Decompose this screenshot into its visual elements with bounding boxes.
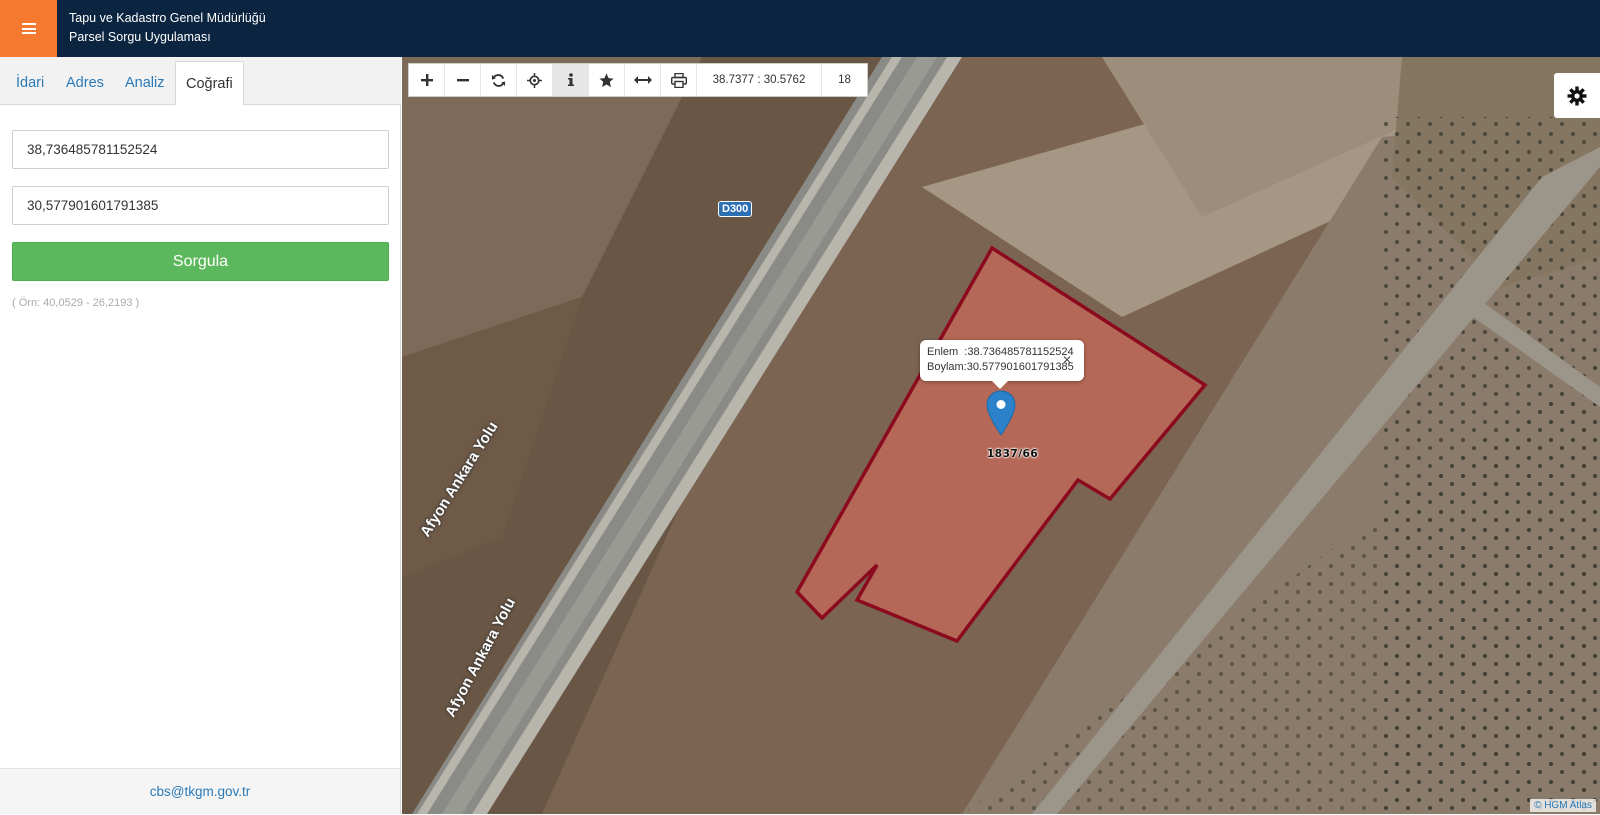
tab-analiz[interactable]: Analiz (121, 61, 169, 106)
org-name: Tapu ve Kadastro Genel Müdürlüğü (69, 11, 266, 25)
map-view[interactable]: D300 Afyon Ankara Yolu Afyon Ankara Yolu… (402, 57, 1600, 814)
sidebar: İdari Adres Analiz Coğrafi Sorgula ( Örn… (0, 57, 401, 814)
gear-icon (1567, 86, 1587, 105)
query-button[interactable]: Sorgula (12, 242, 389, 281)
map-toolbar: 38.7377 : 30.5762 18 (408, 63, 868, 97)
app-title: Tapu ve Kadastro Genel Müdürlüğü Parsel … (69, 9, 266, 47)
settings-button[interactable] (1554, 73, 1600, 118)
longitude-input[interactable] (12, 186, 389, 225)
tab-idari[interactable]: İdari (12, 61, 48, 106)
coordinate-popup: Enlem :38.736485781152524 Boylam:30.5779… (920, 340, 1084, 389)
example-hint: ( Örn: 40,0529 - 26,2193 ) (12, 297, 140, 309)
print-icon[interactable] (661, 64, 697, 96)
popup-longitude: Boylam:30.577901601791385 (927, 361, 1074, 373)
refresh-icon[interactable] (481, 64, 517, 96)
tab-cografi[interactable]: Coğrafi (175, 61, 244, 106)
close-icon[interactable]: ✕ (1062, 353, 1072, 368)
popup-latitude: Enlem :38.736485781152524 (927, 346, 1074, 358)
app-header: Tapu ve Kadastro Genel Müdürlüğü Parsel … (0, 0, 1600, 57)
contact-email-link[interactable]: cbs@tkgm.gov.tr (150, 784, 250, 799)
location-marker-icon[interactable] (986, 390, 1016, 436)
latitude-input[interactable] (12, 130, 389, 169)
zoom-level: 18 (838, 74, 851, 86)
map-attribution[interactable]: © HGM Atlas (1530, 799, 1596, 812)
zoom-in-icon[interactable] (409, 64, 445, 96)
measure-icon[interactable] (625, 64, 661, 96)
sidebar-footer: cbs@tkgm.gov.tr (0, 768, 400, 814)
app-name: Parsel Sorgu Uygulaması (69, 30, 211, 44)
zoom-out-icon[interactable] (445, 64, 481, 96)
parcel-label: 1837/66 (987, 448, 1039, 460)
hamburger-icon (21, 23, 36, 34)
coordinate-readout: 38.7377 : 30.5762 (697, 64, 822, 96)
locate-icon[interactable] (517, 64, 553, 96)
road-badge: D300 (718, 201, 753, 217)
tab-bar: İdari Adres Analiz Coğrafi (0, 57, 401, 106)
menu-button[interactable] (0, 0, 57, 57)
star-icon[interactable] (589, 64, 625, 96)
info-icon[interactable] (553, 64, 589, 96)
tab-adres[interactable]: Adres (62, 61, 108, 106)
